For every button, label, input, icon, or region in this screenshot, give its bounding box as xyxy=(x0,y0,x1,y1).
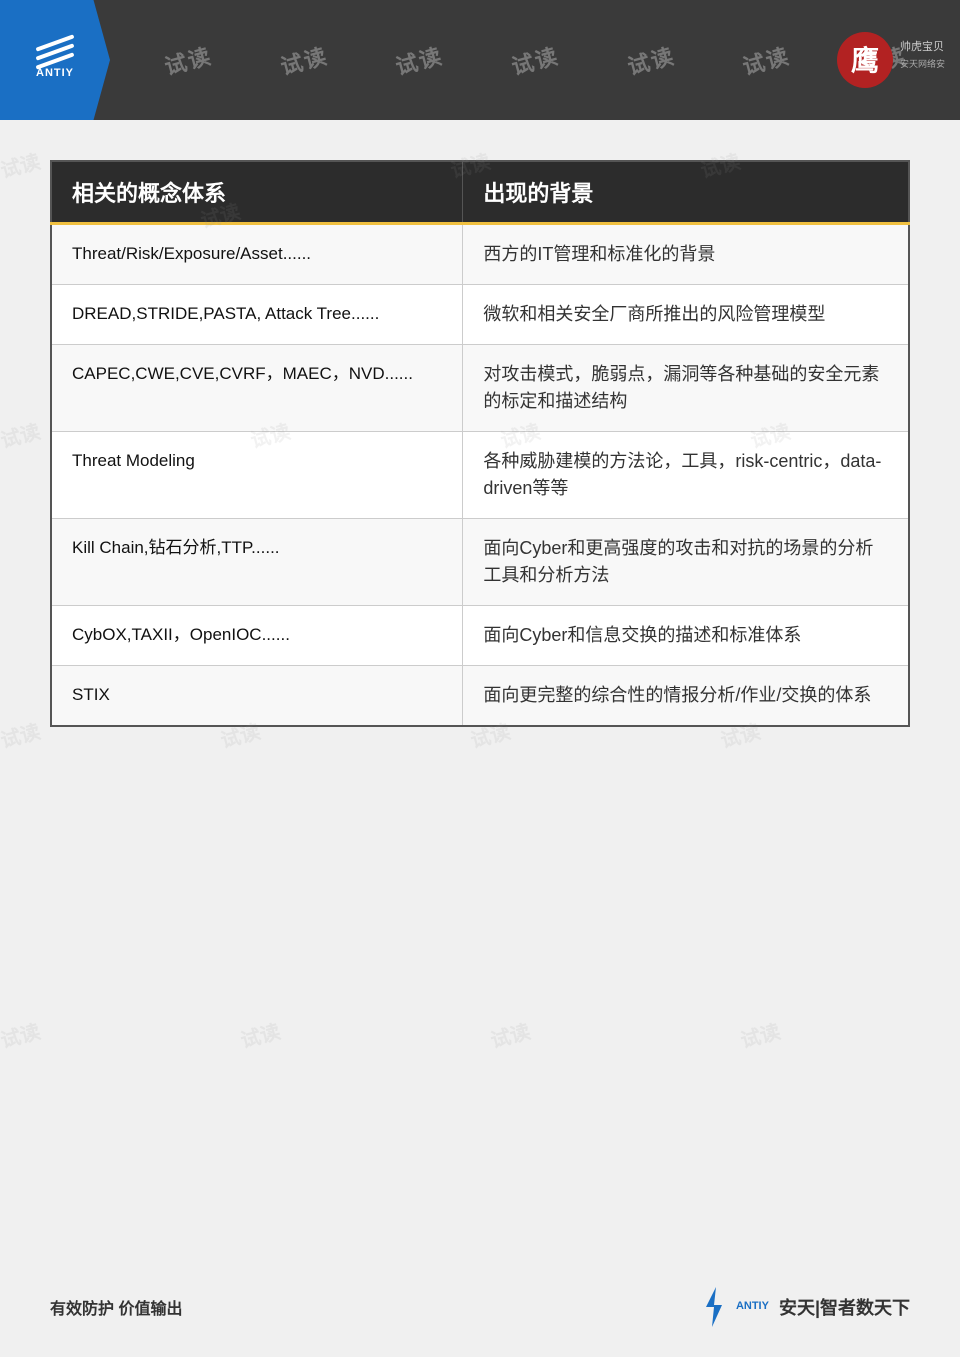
table-cell-left-0: Threat/Risk/Exposure/Asset...... xyxy=(51,224,463,285)
wm-2: 试读 xyxy=(276,38,331,81)
page-wm-13: 试读 xyxy=(0,1015,43,1053)
table-row: Threat Modeling各种威胁建模的方法论，工具，risk-centri… xyxy=(51,432,909,519)
svg-text:帅虎宝贝: 帅虎宝贝 xyxy=(900,39,944,53)
svg-text:安天网络安全令训营第四期: 安天网络安全令训营第四期 xyxy=(900,58,945,69)
table-cell-right-4: 面向Cyber和更高强度的攻击和对抗的场景的分析工具和分析方法 xyxy=(463,519,909,606)
wm-6: 试读 xyxy=(739,38,794,81)
table-cell-right-6: 面向更完整的综合性的情报分析/作业/交换的体系 xyxy=(463,666,909,727)
page-wm-1: 试读 xyxy=(0,145,43,183)
footer-slogan: 安天|智者数天下 xyxy=(779,1294,910,1320)
page-wm-5: 试读 xyxy=(0,415,43,453)
table-cell-right-1: 微软和相关安全厂商所推出的风险管理模型 xyxy=(463,285,909,345)
table-row: DREAD,STRIDE,PASTA, Attack Tree......微软和… xyxy=(51,285,909,345)
table-row: Threat/Risk/Exposure/Asset......西方的IT管理和… xyxy=(51,224,909,285)
table-header-col2: 出现的背景 xyxy=(463,161,909,224)
footer-right: ANTIY 安天|智者数天下 xyxy=(698,1287,910,1327)
svg-text:鹰: 鹰 xyxy=(851,44,879,76)
logo-lines xyxy=(35,41,75,63)
wm-5: 试读 xyxy=(623,38,678,81)
top-right-logo: 鹰 帅虎宝贝 安天网络安全令训营第四期 xyxy=(830,5,950,115)
table-row: Kill Chain,钻石分析,TTP......面向Cyber和更高强度的攻击… xyxy=(51,519,909,606)
table-cell-left-4: Kill Chain,钻石分析,TTP...... xyxy=(51,519,463,606)
page-wm-14: 试读 xyxy=(237,1015,283,1053)
top-right-logo-img: 鹰 帅虎宝贝 安天网络安全令训营第四期 xyxy=(835,25,945,95)
page-wm-15: 试读 xyxy=(487,1015,533,1053)
table-header-col1: 相关的概念体系 xyxy=(51,161,463,224)
footer-lightning-icon xyxy=(698,1287,730,1327)
table-row: CybOX,TAXII，OpenIOC......面向Cyber和信息交换的描述… xyxy=(51,606,909,666)
main-table: 相关的概念体系 出现的背景 Threat/Risk/Exposure/Asset… xyxy=(50,160,910,727)
page-wm-16: 试读 xyxy=(737,1015,783,1053)
table-cell-right-5: 面向Cyber和信息交换的描述和标准体系 xyxy=(463,606,909,666)
table-cell-right-2: 对攻击模式，脆弱点，漏洞等各种基础的安全元素的标定和描述结构 xyxy=(463,345,909,432)
main-content: 试读 试读 试读 试读 试读 试读 试读 试读 试读 试读 试读 试读 试读 试… xyxy=(0,120,960,757)
table-cell-right-0: 西方的IT管理和标准化的背景 xyxy=(463,224,909,285)
header: ANTIY 试读 试读 试读 试读 试读 试读 试读 鹰 帅虎宝贝 安天网络安全… xyxy=(0,0,960,120)
footer: 有效防护 价值输出 ANTIY 安天|智者数天下 xyxy=(0,1277,960,1337)
top-right-logo-svg: 鹰 帅虎宝贝 安天网络安全令训营第四期 xyxy=(835,25,945,95)
table-cell-left-2: CAPEC,CWE,CVE,CVRF，MAEC，NVD...... xyxy=(51,345,463,432)
logo-antiy-text: ANTIY xyxy=(36,67,74,79)
footer-left-text: 有效防护 价值输出 xyxy=(50,1295,182,1319)
table-cell-left-3: Threat Modeling xyxy=(51,432,463,519)
footer-antiy-label: ANTIY xyxy=(736,1300,769,1313)
table-cell-left-6: STIX xyxy=(51,666,463,727)
wm-3: 试读 xyxy=(392,38,447,81)
table-row: CAPEC,CWE,CVE,CVRF，MAEC，NVD......对攻击模式，脆… xyxy=(51,345,909,432)
table-cell-right-3: 各种威胁建模的方法论，工具，risk-centric，data-driven等等 xyxy=(463,432,909,519)
table-cell-left-1: DREAD,STRIDE,PASTA, Attack Tree...... xyxy=(51,285,463,345)
page-wm-9: 试读 xyxy=(0,715,43,753)
wm-4: 试读 xyxy=(508,38,563,81)
table-row: STIX面向更完整的综合性的情报分析/作业/交换的体系 xyxy=(51,666,909,727)
wm-1: 试读 xyxy=(161,38,216,81)
logo-box: ANTIY xyxy=(0,0,110,120)
table-cell-left-5: CybOX,TAXII，OpenIOC...... xyxy=(51,606,463,666)
